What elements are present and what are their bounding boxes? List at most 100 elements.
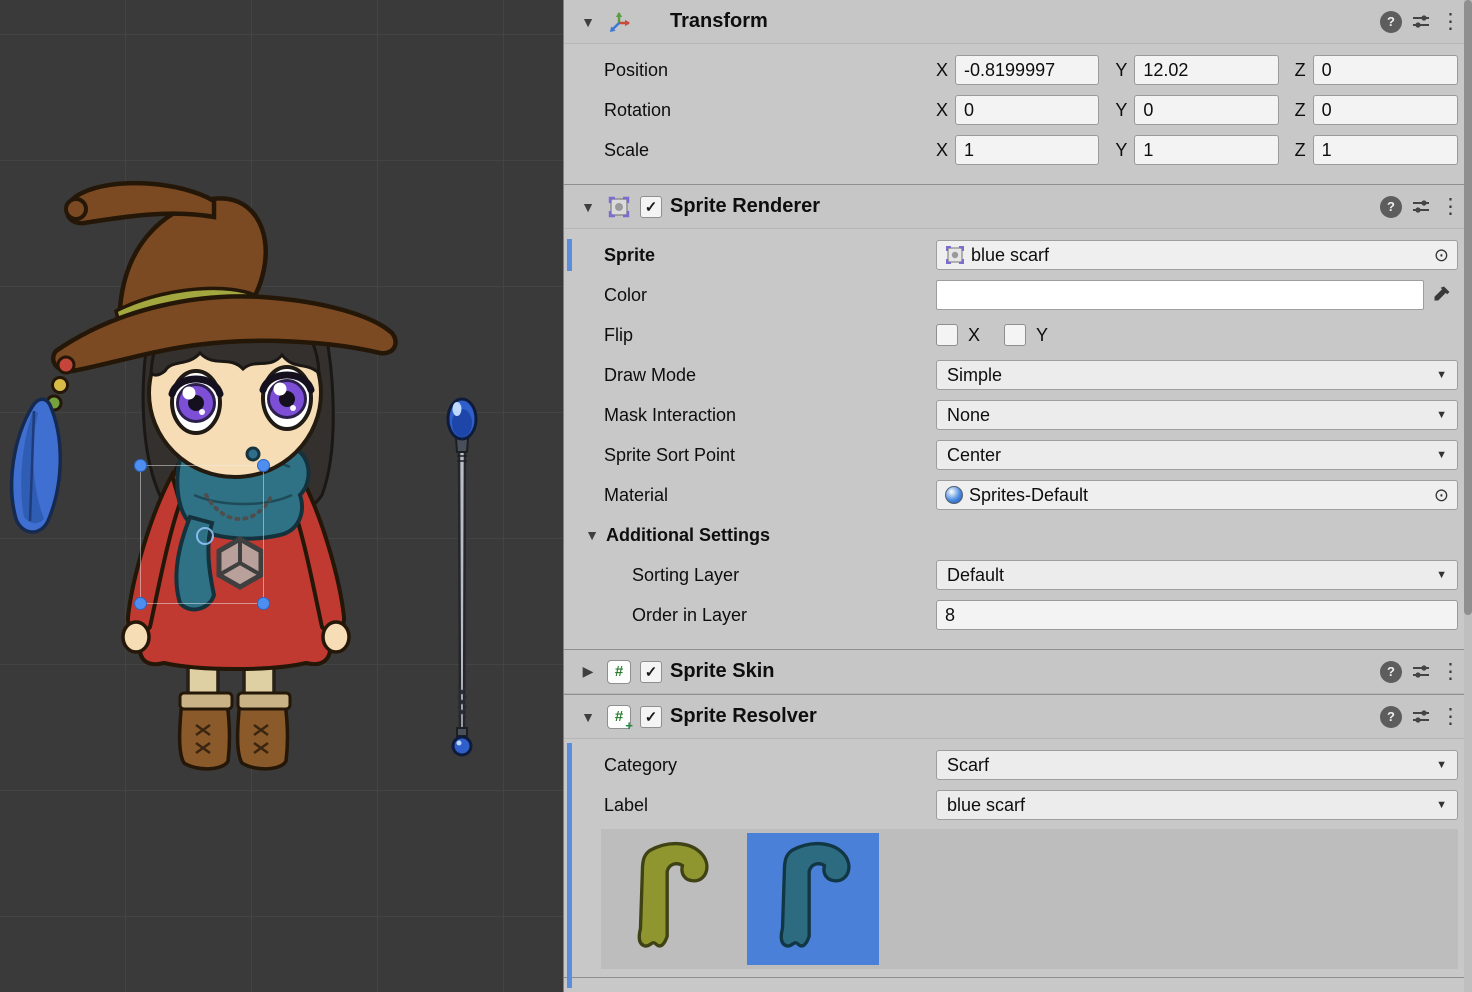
sorting-layer-label: Sorting Layer (604, 565, 936, 586)
position-x-field[interactable] (955, 55, 1099, 85)
rotation-z-field[interactable] (1313, 95, 1458, 125)
help-icon[interactable]: ? (1380, 661, 1402, 683)
sprite-sort-point-dropdown[interactable]: Center ▼ (936, 440, 1458, 470)
chevron-down-icon: ▼ (1436, 759, 1447, 771)
sprite-object-name: blue scarf (971, 245, 1428, 266)
transform-header[interactable]: ▼ Transform ? ⋮ (564, 0, 1472, 44)
help-icon[interactable]: ? (1380, 196, 1402, 218)
enabled-checkbox[interactable]: ✓ (640, 196, 662, 218)
rotation-y-field[interactable] (1134, 95, 1278, 125)
position-z-field[interactable] (1313, 55, 1458, 85)
pivot-handle[interactable] (196, 527, 214, 545)
scale-y-field[interactable] (1134, 135, 1278, 165)
staff-sprite[interactable] (432, 392, 492, 772)
chevron-down-icon: ▼ (1436, 369, 1447, 381)
sprite-label: Sprite (604, 245, 936, 266)
transform-component: ▼ Transform ? ⋮ P (564, 0, 1472, 184)
sprite-renderer-icon (606, 194, 632, 220)
material-object-field[interactable]: Sprites-Default ⊙ (936, 480, 1458, 510)
color-row: Color (564, 275, 1472, 315)
object-picker-icon[interactable]: ⊙ (1434, 246, 1449, 264)
eyedropper-icon[interactable] (1424, 280, 1458, 310)
sprite-skin-header[interactable]: ▶ # ✓ Sprite Skin ? ⋮ (564, 650, 1472, 694)
sprite-object-field[interactable]: blue scarf ⊙ (936, 240, 1458, 270)
scene-view[interactable] (0, 0, 563, 992)
enabled-checkbox[interactable]: ✓ (640, 706, 662, 728)
component-title: Transform (670, 10, 768, 33)
component-divider (564, 977, 1472, 978)
transform-icon (606, 9, 632, 35)
selection-handle[interactable] (134, 597, 147, 610)
mask-interaction-label: Mask Interaction (604, 405, 936, 426)
sprite-thumbnail-green-scarf[interactable] (605, 833, 737, 965)
sprite-thumbnail-blue-scarf[interactable] (747, 833, 879, 965)
scale-z-field[interactable] (1313, 135, 1458, 165)
additional-settings-row[interactable]: ▼ Additional Settings (564, 515, 1472, 555)
sprite-resolver-header[interactable]: ▼ #+ ✓ Sprite Resolver ? ⋮ (564, 695, 1472, 739)
selection-handle[interactable] (134, 459, 147, 472)
script-plus-icon: #+ (606, 704, 632, 730)
enabled-checkbox[interactable]: ✓ (640, 661, 662, 683)
kebab-menu-icon[interactable]: ⋮ (1440, 661, 1456, 683)
script-icon: # (606, 659, 632, 685)
sprite-resolver-body: Category Scarf ▼ Label blue scarf ▼ (564, 739, 1472, 992)
scrollbar-thumb[interactable] (1464, 0, 1472, 615)
position-y-field[interactable] (1134, 55, 1278, 85)
color-swatch[interactable] (936, 280, 1424, 310)
axis-z-label: Z (1295, 60, 1306, 81)
inspector-panel: ▼ Transform ? ⋮ P (563, 0, 1472, 992)
axis-z-label: Z (1295, 140, 1306, 161)
presets-icon[interactable] (1410, 196, 1432, 218)
position-label: Position (604, 60, 936, 81)
sprite-row: Sprite blue scarf ⊙ (564, 235, 1472, 275)
mask-interaction-dropdown[interactable]: None ▼ (936, 400, 1458, 430)
foldout-closed-icon[interactable]: ▶ (578, 663, 598, 680)
selection-handle[interactable] (257, 597, 270, 610)
rotation-x-field[interactable] (955, 95, 1099, 125)
inspector-scrollbar[interactable] (1464, 0, 1472, 992)
order-in-layer-label: Order in Layer (604, 605, 936, 626)
presets-icon[interactable] (1410, 661, 1432, 683)
draw-mode-value: Simple (947, 365, 1002, 386)
presets-icon[interactable] (1410, 706, 1432, 728)
presets-icon[interactable] (1410, 11, 1432, 33)
order-in-layer-field[interactable] (936, 600, 1458, 630)
component-title: Sprite Skin (670, 660, 774, 683)
help-icon[interactable]: ? (1380, 11, 1402, 33)
help-icon[interactable]: ? (1380, 706, 1402, 728)
category-row: Category Scarf ▼ (564, 745, 1472, 785)
flip-x-checkbox[interactable] (936, 324, 958, 346)
draw-mode-dropdown[interactable]: Simple ▼ (936, 360, 1458, 390)
label-row: Label blue scarf ▼ (564, 785, 1472, 825)
sprite-sort-point-label: Sprite Sort Point (604, 445, 936, 466)
kebab-menu-icon[interactable]: ⋮ (1440, 196, 1456, 218)
label-dropdown[interactable]: blue scarf ▼ (936, 790, 1458, 820)
sorting-layer-value: Default (947, 565, 1004, 586)
order-in-layer-row: Order in Layer (564, 595, 1472, 635)
sprite-sort-point-row: Sprite Sort Point Center ▼ (564, 435, 1472, 475)
kebab-menu-icon[interactable]: ⋮ (1440, 706, 1456, 728)
boot-left (180, 693, 232, 769)
axis-y-label: Y (1115, 140, 1127, 161)
axis-y-label: Y (1115, 100, 1127, 121)
kebab-menu-icon[interactable]: ⋮ (1440, 11, 1456, 33)
scale-row: Scale X Y Z (564, 130, 1472, 170)
sorting-layer-dropdown[interactable]: Default ▼ (936, 560, 1458, 590)
foldout-open-icon[interactable]: ▼ (578, 709, 598, 725)
sprite-renderer-header[interactable]: ▼ ✓ Sprite Renderer ? ⋮ (564, 185, 1472, 229)
flip-y-label: Y (1036, 325, 1048, 346)
category-dropdown[interactable]: Scarf ▼ (936, 750, 1458, 780)
draw-mode-label: Draw Mode (604, 365, 936, 386)
selection-handle[interactable] (257, 459, 270, 472)
unity-editor-window: ▼ Transform ? ⋮ P (0, 0, 1472, 992)
label-label: Label (604, 795, 936, 816)
object-picker-icon[interactable]: ⊙ (1434, 486, 1449, 504)
foldout-open-icon[interactable]: ▼ (582, 527, 602, 543)
foldout-open-icon[interactable]: ▼ (578, 199, 598, 215)
sprite-renderer-component: ▼ ✓ Sprite Renderer ? ⋮ (564, 184, 1472, 649)
additional-settings-label: Additional Settings (606, 525, 770, 546)
flip-x-label: X (968, 325, 980, 346)
foldout-open-icon[interactable]: ▼ (578, 14, 598, 30)
flip-y-checkbox[interactable] (1004, 324, 1026, 346)
scale-x-field[interactable] (955, 135, 1099, 165)
